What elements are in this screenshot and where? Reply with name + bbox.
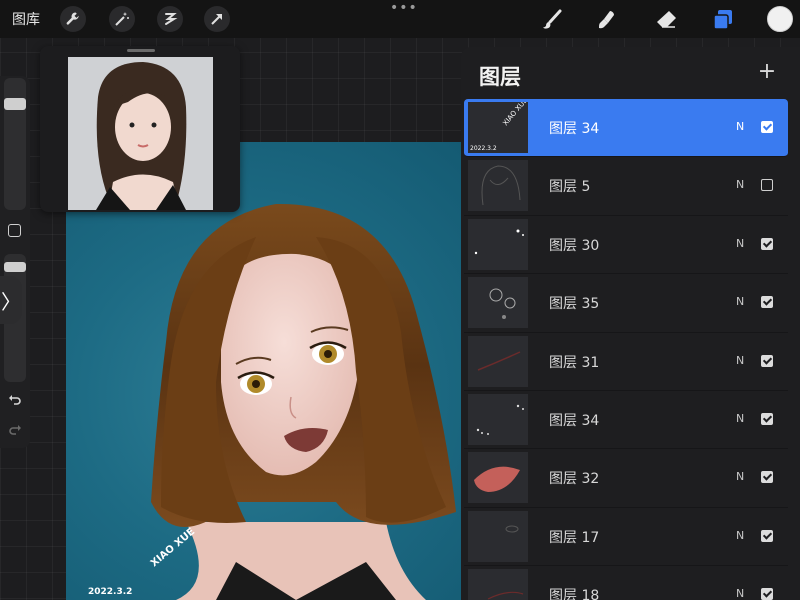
visibility-checkbox[interactable] bbox=[761, 296, 773, 309]
redo-icon[interactable] bbox=[7, 422, 23, 438]
blend-mode-button[interactable]: N bbox=[736, 412, 744, 425]
visibility-checkbox[interactable] bbox=[761, 529, 773, 542]
visibility-checkbox[interactable] bbox=[761, 471, 773, 484]
layers-panel: 图层 + XIAO XUE 2022.3.2 图层 34 N 图层 5 N 图层 30 N 图层… bbox=[461, 47, 800, 600]
layer-name: 图层 30 bbox=[549, 237, 600, 254]
magic-wand-icon[interactable] bbox=[109, 6, 135, 32]
blend-mode-button[interactable]: N bbox=[736, 237, 744, 250]
visibility-checkbox[interactable] bbox=[761, 179, 773, 192]
svg-text:2022.3.2: 2022.3.2 bbox=[470, 145, 497, 152]
layer-row[interactable]: 图层 18 N bbox=[464, 566, 788, 600]
add-layer-button[interactable]: + bbox=[757, 61, 777, 83]
blend-mode-button[interactable]: N bbox=[736, 354, 744, 367]
layer-thumbnail[interactable] bbox=[468, 510, 528, 562]
layer-name: 图层 17 bbox=[549, 529, 600, 546]
color-picker-button[interactable] bbox=[767, 6, 793, 32]
layer-row[interactable]: XIAO XUE 2022.3.2 图层 34 N bbox=[464, 99, 788, 158]
layer-name: 图层 32 bbox=[549, 471, 600, 488]
brush-size-thumb[interactable] bbox=[4, 98, 26, 110]
layer-thumbnail[interactable] bbox=[468, 452, 528, 504]
layers-panel-title: 图层 bbox=[479, 65, 521, 89]
blend-mode-button[interactable]: N bbox=[736, 470, 744, 483]
layer-thumbnail[interactable] bbox=[468, 160, 528, 212]
layer-row[interactable]: 图层 17 N bbox=[464, 508, 788, 567]
layer-list: XIAO XUE 2022.3.2 图层 34 N 图层 5 N 图层 30 N 图层 35 N 图… bbox=[464, 99, 788, 600]
visibility-checkbox[interactable] bbox=[761, 121, 773, 133]
brush-icon[interactable] bbox=[539, 7, 565, 33]
transform-arrow-icon[interactable] bbox=[204, 6, 230, 32]
gallery-button[interactable]: 图库 bbox=[12, 9, 40, 29]
layer-row[interactable]: 图层 35 N bbox=[464, 274, 788, 333]
layer-row[interactable]: 图层 31 N bbox=[464, 333, 788, 391]
blend-mode-button[interactable]: N bbox=[736, 295, 744, 308]
left-sidebar: 〉 bbox=[0, 76, 30, 448]
more-options-button[interactable]: ••• bbox=[390, 0, 418, 16]
blend-mode-button[interactable]: N bbox=[736, 587, 744, 600]
reference-drag-handle[interactable] bbox=[127, 49, 155, 52]
opacity-thumb[interactable] bbox=[4, 262, 26, 272]
visibility-checkbox[interactable] bbox=[761, 237, 773, 250]
layer-thumbnail[interactable] bbox=[468, 277, 528, 329]
layer-name: 图层 31 bbox=[549, 354, 600, 371]
reference-photo bbox=[68, 57, 213, 210]
modify-button[interactable] bbox=[8, 224, 21, 237]
visibility-checkbox[interactable] bbox=[761, 412, 773, 425]
top-toolbar: 图库 ••• bbox=[0, 0, 800, 38]
blend-mode-button[interactable]: N bbox=[736, 178, 744, 191]
blend-mode-button[interactable]: N bbox=[736, 120, 744, 133]
artwork-signature: XIAO XUE bbox=[149, 526, 197, 569]
smudge-icon[interactable] bbox=[594, 7, 620, 33]
layer-name: 图层 34 bbox=[549, 121, 600, 137]
layer-thumbnail[interactable] bbox=[468, 335, 528, 387]
blend-mode-button[interactable]: N bbox=[736, 529, 744, 542]
layer-thumbnail[interactable] bbox=[468, 218, 528, 270]
layer-row[interactable]: 图层 30 N bbox=[464, 216, 788, 275]
layer-name: 图层 34 bbox=[549, 412, 600, 429]
layer-row[interactable]: 图层 32 N bbox=[464, 449, 788, 508]
selection-icon[interactable] bbox=[157, 6, 183, 32]
layer-thumbnail[interactable] bbox=[468, 569, 528, 600]
layer-thumbnail[interactable]: XIAO XUE 2022.3.2 bbox=[468, 102, 528, 153]
layer-row[interactable]: 图层 34 N bbox=[464, 391, 788, 450]
layer-name: 图层 18 bbox=[549, 588, 600, 600]
wrench-icon[interactable] bbox=[60, 6, 86, 32]
artwork-date: 2022.3.2 bbox=[88, 587, 132, 597]
layer-name: 图层 5 bbox=[549, 179, 591, 196]
layer-thumbnail[interactable] bbox=[468, 393, 528, 445]
reference-window[interactable] bbox=[40, 46, 240, 212]
sidebar-toggle-button[interactable]: 〉 bbox=[0, 276, 22, 324]
layers-icon[interactable] bbox=[710, 7, 736, 33]
visibility-checkbox[interactable] bbox=[761, 588, 773, 600]
visibility-checkbox[interactable] bbox=[761, 354, 773, 367]
layer-row[interactable]: 图层 5 N bbox=[464, 157, 788, 216]
undo-icon[interactable] bbox=[7, 392, 23, 408]
eraser-icon[interactable] bbox=[653, 7, 679, 33]
layer-name: 图层 35 bbox=[549, 296, 600, 313]
brush-size-slider[interactable] bbox=[4, 78, 26, 210]
